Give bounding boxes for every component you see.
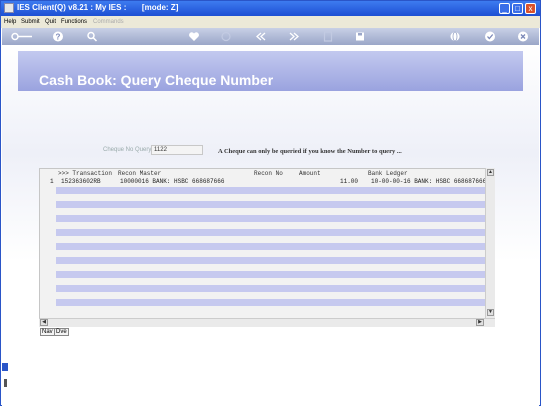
vertical-scrollbar[interactable]: ▲ ▼ <box>485 168 495 318</box>
side-indicator <box>2 363 8 371</box>
menu-help[interactable]: Help <box>4 19 16 25</box>
page-title: Cash Book: Query Cheque Number <box>39 72 274 88</box>
rewind-icon[interactable] <box>255 30 267 43</box>
scroll-left-arrow-icon[interactable]: ◀ <box>40 319 48 326</box>
grid-row-stripe <box>56 187 485 194</box>
grid-row-stripe <box>56 285 485 292</box>
query-hint: A Cheque can only be queried if you know… <box>218 148 402 155</box>
grid-row-stripe <box>56 243 485 250</box>
menu-functions[interactable]: Functions <box>61 19 87 25</box>
column-header-bank-ledger[interactable]: Bank Ledger <box>368 170 408 177</box>
scroll-down-arrow-icon[interactable]: ▼ <box>487 309 494 316</box>
grid-row-stripe <box>56 201 485 208</box>
refresh-icon[interactable] <box>220 30 232 43</box>
cell-amount[interactable]: 11.00 <box>340 178 358 185</box>
column-header-recon-master[interactable]: Recon Master <box>118 170 161 177</box>
save-icon[interactable] <box>354 30 366 43</box>
column-header-amount[interactable]: Amount <box>299 170 321 177</box>
row-index: 1 <box>50 178 54 185</box>
fast-forward-icon[interactable] <box>288 30 300 43</box>
title-bar: IES Client(Q) v8.21 : My IES : [mode: Z]… <box>1 1 540 16</box>
app-window: IES Client(Q) v8.21 : My IES : [mode: Z]… <box>0 0 541 406</box>
dve-button[interactable]: Dve <box>54 328 69 336</box>
grid-row-stripe <box>56 215 485 222</box>
nav-button[interactable]: Nav <box>40 328 55 336</box>
menu-submit[interactable]: Submit <box>21 19 40 25</box>
clipboard-icon[interactable] <box>322 30 334 43</box>
menu-bar: Help Submit Quit Functions Commands <box>1 16 540 28</box>
svg-text:?: ? <box>56 33 61 42</box>
help-icon[interactable]: ? <box>52 30 64 43</box>
cell-bank-ledger[interactable]: 10-00-00-16 BANK: HSBC 668687666 <box>371 178 486 185</box>
key-icon[interactable] <box>8 30 34 43</box>
toolbar: ? <box>2 28 539 45</box>
cheque-query-label: Cheque No Query <box>103 147 152 153</box>
check-icon[interactable] <box>484 30 496 43</box>
cell-recon-master[interactable]: 10000016 BANK: HSBC 668687666 <box>120 178 224 185</box>
search-icon[interactable] <box>86 30 98 43</box>
grid-row-stripe <box>56 271 485 278</box>
minimize-button[interactable]: _ <box>499 3 510 14</box>
grid-row-stripe <box>56 299 485 306</box>
heart-icon[interactable] <box>188 30 200 43</box>
grid-row-stripe <box>56 229 485 236</box>
column-header-transaction[interactable]: >>> Transaction <box>58 170 112 177</box>
menu-quit[interactable]: Quit <box>45 19 56 25</box>
maximize-button[interactable]: □ <box>512 3 523 14</box>
horizontal-scrollbar[interactable]: ◀ ▶ <box>39 318 495 327</box>
cheque-number-input[interactable]: 1122 <box>151 145 203 155</box>
scroll-up-arrow-icon[interactable]: ▲ <box>487 169 494 176</box>
app-icon <box>4 3 14 13</box>
window-title: IES Client(Q) v8.21 : My IES : [mode: Z] <box>17 3 179 12</box>
menu-commands: Commands <box>93 19 124 25</box>
column-header-recon-no[interactable]: Recon No <box>254 170 283 177</box>
globe-icon[interactable] <box>449 30 461 43</box>
side-indicator <box>4 379 7 387</box>
close-icon[interactable] <box>517 30 529 43</box>
cell-transaction[interactable]: 152363602RB <box>61 178 101 185</box>
grid-row-stripe <box>56 257 485 264</box>
close-window-button[interactable]: x <box>525 3 536 14</box>
scroll-right-arrow-icon[interactable]: ▶ <box>476 319 484 326</box>
